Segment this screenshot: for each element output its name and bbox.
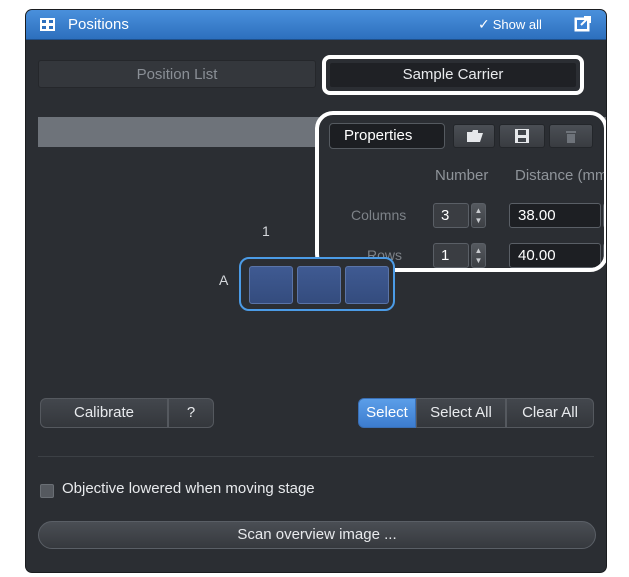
show-all-label: Show all [492, 17, 542, 32]
rows-distance-stepper[interactable]: ▲▼ [603, 243, 604, 268]
select-all-button[interactable]: Select All [416, 398, 506, 428]
tab-properties[interactable]: Properties [329, 123, 445, 149]
positions-icon [40, 18, 55, 31]
columns-label: Columns [351, 207, 407, 223]
carrier-well[interactable] [249, 266, 293, 304]
columns-number-field[interactable]: 3 [433, 203, 469, 228]
tab-sample-carrier-highlight: Sample Carrier [322, 55, 584, 95]
undock-icon[interactable] [574, 16, 591, 32]
positions-panel: Positions ✓ Show all Position List Sample… [26, 10, 606, 572]
save-icon [515, 129, 529, 143]
columns-distance-field[interactable]: 38.00 [509, 203, 601, 228]
check-icon: ✓ [478, 16, 490, 32]
carrier-column-label: 1 [262, 223, 270, 239]
delete-button[interactable] [549, 124, 593, 148]
title-bar: Positions ✓ Show all [26, 10, 606, 40]
distance-header: Distance (mm [515, 167, 606, 184]
objective-lowered-label: Objective lowered when moving stage [62, 480, 315, 497]
rows-number-field[interactable]: 1 [433, 243, 469, 268]
rows-number-stepper[interactable]: ▲ ▼ [471, 243, 486, 268]
scan-overview-button[interactable]: Scan overview image ... [38, 521, 596, 549]
tab-sample-carrier[interactable]: Sample Carrier [330, 63, 576, 87]
divider [38, 456, 594, 457]
open-button[interactable] [453, 124, 495, 148]
number-header: Number [435, 167, 489, 184]
carrier-well[interactable] [345, 266, 389, 304]
columns-number-stepper[interactable]: ▲ ▼ [471, 203, 486, 228]
sample-carrier-preview [239, 257, 395, 311]
show-all-toggle[interactable]: ✓ Show all [478, 16, 542, 33]
delete-icon [566, 131, 576, 143]
tab-position-list[interactable]: Position List [38, 60, 316, 88]
carrier-row-label: A [219, 272, 229, 288]
folder-open-icon [467, 130, 483, 142]
properties-callout: Properties Number Distance (mm Columns 3… [315, 111, 606, 272]
select-button[interactable]: Select [358, 398, 416, 428]
carrier-well[interactable] [297, 266, 341, 304]
objective-lowered-checkbox[interactable] [40, 484, 54, 498]
help-button[interactable]: ? [168, 398, 214, 428]
save-button[interactable] [499, 124, 545, 148]
panel-title: Positions [68, 16, 129, 33]
clear-all-button[interactable]: Clear All [506, 398, 594, 428]
columns-distance-stepper[interactable]: ▲▼ [603, 203, 604, 228]
calibrate-button[interactable]: Calibrate [40, 398, 168, 428]
rows-distance-field[interactable]: 40.00 [509, 243, 601, 268]
